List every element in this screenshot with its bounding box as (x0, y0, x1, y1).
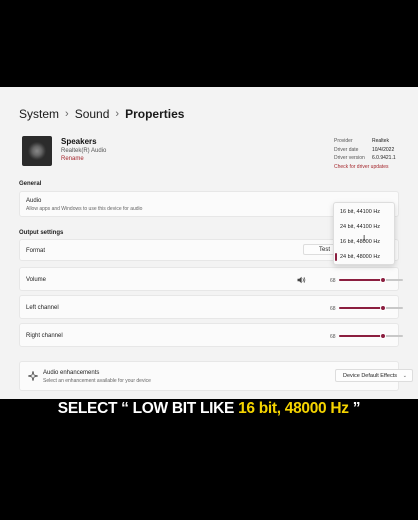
check-driver-updates-link[interactable]: Check for driver updates (334, 163, 388, 172)
left-channel-label: Left channel (26, 305, 59, 311)
enhancements-dropdown[interactable]: Device Default Effects ⌄ (335, 369, 413, 382)
driver-version-value: 6.0.9421.1 (372, 155, 396, 161)
device-name: Speakers (61, 137, 97, 146)
left-channel-slider-thumb[interactable] (379, 305, 386, 311)
device-speaker-icon (22, 136, 52, 166)
enhancements-dropdown-value: Device Default Effects (343, 372, 398, 379)
right-channel-slider[interactable] (339, 333, 403, 339)
breadcrumb-sound[interactable]: Sound (75, 107, 110, 121)
chevron-down-icon: ⌄ (402, 372, 407, 379)
volume-slider-thumb[interactable] (379, 277, 386, 283)
volume-value: 68 (330, 278, 336, 284)
enhancements-desc: Select an enhancement available for your… (43, 378, 151, 384)
format-label: Format (26, 248, 46, 254)
settings-window: System › Sound › Properties Speakers Rea… (0, 87, 418, 399)
caption-text: SELECT “ LOW BIT LIKE (57, 400, 239, 417)
enhancements-card: Audio enhancements Select an enhancement… (19, 361, 413, 391)
device-subtitle: Realtek(R) Audio (61, 148, 107, 154)
right-channel-card: Right channel 68 (19, 323, 403, 347)
output-heading: Output settings (19, 230, 64, 236)
format-option[interactable]: 16 bit, 44100 Hz (334, 205, 394, 219)
provider-value: Realtek (372, 138, 389, 144)
right-channel-value: 68 (330, 334, 336, 340)
left-channel-slider[interactable] (339, 305, 403, 311)
driver-date-label: Driver date (334, 146, 359, 153)
audio-desc: Allow apps and Windows to use this devic… (26, 206, 143, 212)
breadcrumb: System › Sound › Properties (19, 107, 184, 121)
volume-label: Volume (26, 277, 47, 283)
driver-version-label: Driver version (334, 155, 365, 161)
audio-title: Audio (26, 198, 42, 204)
page-title: Properties (125, 107, 185, 121)
left-channel-value: 68 (330, 306, 336, 312)
right-channel-slider-thumb[interactable] (379, 333, 386, 339)
driver-info: Provider Realtek Driver date 10/4/2022 Dri… (334, 137, 396, 171)
caption: SELECT “ LOW BIT LIKE 16 bit, 48000 Hz ” (0, 399, 418, 419)
breadcrumb-system[interactable]: System (19, 107, 59, 121)
chevron-right-icon: › (65, 108, 69, 120)
rename-link[interactable]: Rename (61, 156, 106, 162)
provider-label: Provider (334, 138, 353, 144)
format-option[interactable]: 24 bit, 48000 Hz (334, 250, 394, 264)
speaker-volume-icon (297, 276, 306, 284)
right-channel-label: Right channel (26, 333, 63, 339)
device-info: Speakers Realtek(R) Audio Rename (61, 137, 106, 162)
volume-card: Volume 68 (19, 267, 403, 291)
format-option[interactable]: 24 bit, 44100 Hz (334, 220, 394, 234)
cursor-icon: I (363, 234, 366, 243)
volume-slider[interactable] (339, 277, 403, 283)
chevron-right-icon: › (115, 108, 120, 120)
driver-date-value: 10/4/2022 (372, 146, 395, 153)
general-heading: General (19, 181, 42, 187)
caption-text-end: ” (348, 400, 361, 417)
enhancements-title: Audio enhancements (43, 370, 100, 376)
sparkle-icon (28, 371, 38, 381)
caption-highlight: 16 bit, 48000 Hz (238, 400, 349, 417)
left-channel-card: Left channel 68 (19, 295, 403, 319)
